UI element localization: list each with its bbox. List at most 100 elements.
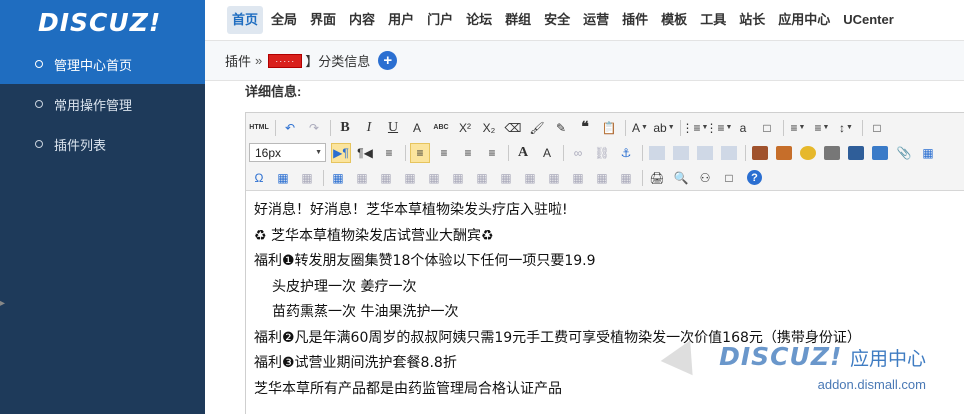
highlight-color-icon[interactable]: ab ▼ <box>653 118 674 138</box>
nav-item-interface[interactable]: 界面 <box>305 6 341 34</box>
page-break-icon[interactable]: ▦ <box>297 168 317 188</box>
font-size-select[interactable]: 16px ▼ <box>249 143 326 162</box>
align-justify-icon[interactable]: ≡ <box>482 143 502 163</box>
blockquote-icon[interactable]: ❝ <box>575 118 595 138</box>
toolbar-row-2: 16px ▼ ▶¶ ¶◀ ≡ ≡ ≡ ≡ ≡ A A ∞ ⛓ ⚓ 📎 ▦ <box>249 140 964 165</box>
link-icon[interactable]: ∞ <box>568 143 588 163</box>
bold-icon[interactable]: B <box>335 118 355 138</box>
nav-item-global[interactable]: 全局 <box>266 6 302 34</box>
font-color-icon[interactable]: A ▼ <box>630 118 650 138</box>
emoticon-icon[interactable] <box>800 145 816 160</box>
insert-column-icon[interactable]: ▦ <box>448 168 468 188</box>
font-border-icon[interactable]: A <box>407 118 427 138</box>
merge-cells-icon[interactable]: ▦ <box>496 168 516 188</box>
uppercase-icon[interactable]: A <box>513 143 533 163</box>
ordered-list-icon[interactable]: ⋮≡ ▼ <box>682 118 709 138</box>
superscript-icon[interactable]: X² <box>455 118 475 138</box>
sidebar-item-plugin-list[interactable]: 插件列表 <box>0 124 205 164</box>
rtl-direction-icon[interactable]: ¶◀ <box>355 143 375 163</box>
html-source-icon[interactable]: HTML <box>249 118 269 138</box>
help-icon[interactable]: ? <box>747 170 762 185</box>
nav-item-home[interactable]: 首页 <box>227 6 264 34</box>
italic-icon[interactable]: I <box>359 118 379 138</box>
nav-item-security[interactable]: 安全 <box>539 6 575 34</box>
delete-row-icon[interactable]: ▦ <box>424 168 444 188</box>
image-float-right-icon[interactable] <box>673 145 689 160</box>
insert-frame-icon[interactable]: ▦ <box>273 168 293 188</box>
nav-item-tools[interactable]: 工具 <box>695 6 731 34</box>
insert-row-icon[interactable]: ▦ <box>400 168 420 188</box>
sidebar-item-common-operations[interactable]: 常用操作管理 <box>0 84 205 124</box>
nav-item-templates[interactable]: 模板 <box>656 6 692 34</box>
subscript-icon[interactable]: X₂ <box>479 118 499 138</box>
delete-column-icon[interactable]: ▦ <box>472 168 492 188</box>
special-chars-icon[interactable]: Ω <box>249 168 269 188</box>
sidebar-item-admin-home[interactable]: 管理中心首页 <box>0 44 205 84</box>
insert-table-icon[interactable]: ▦ <box>328 168 348 188</box>
discuz-logo[interactable]: DISCUZ! <box>0 0 205 44</box>
nav-item-plugins[interactable]: 插件 <box>617 6 653 34</box>
merge-right-icon[interactable]: ▦ <box>520 168 540 188</box>
nav-item-app-center[interactable]: 应用中心 <box>773 6 835 34</box>
image-center-icon[interactable] <box>721 145 737 160</box>
toolbar-row-1: HTML ↶ ↷ B I U A ABC X² X₂ ⌫ 🖌 ✎ ❝ 📋 A ▼ … <box>249 115 964 140</box>
strikethrough-icon[interactable]: ABC <box>431 118 451 138</box>
breadcrumb-root-link[interactable]: 插件 <box>225 51 251 70</box>
image-float-none-icon[interactable] <box>697 145 713 160</box>
line-height-icon[interactable]: ↕ ▼ <box>836 118 856 138</box>
align-right-icon[interactable]: ≡ <box>458 143 478 163</box>
search-replace-icon[interactable]: ⚇ <box>695 168 715 188</box>
select-all-icon[interactable]: a <box>733 118 753 138</box>
auto-format-icon[interactable]: ✎ <box>551 118 571 138</box>
nav-item-ucenter[interactable]: UCenter <box>838 6 899 34</box>
unlink-icon[interactable]: ⛓ <box>592 143 612 163</box>
indent-icon[interactable]: ≡ <box>379 143 399 163</box>
nav-item-groups[interactable]: 群组 <box>500 6 536 34</box>
nav-item-users[interactable]: 用户 <box>383 6 419 34</box>
nav-item-webmaster[interactable]: 站长 <box>734 6 770 34</box>
editor-content[interactable]: 好消息！好消息！芝华本草植物染发头疗店入驻啦! ♻ 芝华本草植物染发店试营业大酬… <box>246 191 964 402</box>
attachment-icon[interactable]: 📎 <box>894 143 914 163</box>
nav-item-portal[interactable]: 门户 <box>422 6 458 34</box>
redo-icon[interactable]: ↷ <box>304 118 324 138</box>
underline-icon[interactable]: U <box>383 118 403 138</box>
merge-down-icon[interactable]: ▦ <box>544 168 564 188</box>
print-icon[interactable]: 🖨 <box>647 168 667 188</box>
content-line: 福利❷凡是年满60周岁的叔叔阿姨只需19元手工费可享受植物染发一次价值168元（… <box>254 329 861 346</box>
drafts-icon[interactable]: □ <box>719 168 739 188</box>
lowercase-icon[interactable]: A <box>537 143 557 163</box>
nav-item-operations[interactable]: 运营 <box>578 6 614 34</box>
paragraph-spacing-top-icon[interactable]: ≡ ▼ <box>788 118 808 138</box>
multi-image-icon[interactable] <box>776 145 792 160</box>
align-center-icon[interactable]: ≡ <box>434 143 454 163</box>
add-button[interactable]: + <box>378 51 398 70</box>
ltr-direction-icon[interactable]: ▶¶ <box>331 142 351 163</box>
nav-item-forum[interactable]: 论坛 <box>461 6 497 34</box>
split-columns-icon[interactable]: ▦ <box>616 168 636 188</box>
map-icon[interactable]: ▦ <box>918 143 938 163</box>
eraser-icon[interactable]: ⌫ <box>503 118 523 138</box>
undo-icon[interactable]: ↶ <box>280 118 300 138</box>
spacing-bottom-glyph: ≡ <box>814 120 822 135</box>
delete-table-icon[interactable]: ▦ <box>352 168 372 188</box>
content-line: 芝华本草所有产品都是由药监管理局合格认证产品 <box>254 380 562 397</box>
format-brush-icon[interactable]: 🖌 <box>527 118 547 138</box>
music-icon[interactable] <box>872 145 888 160</box>
paragraph-spacing-bottom-icon[interactable]: ≡ ▼ <box>812 118 832 138</box>
image-float-left-icon[interactable] <box>649 145 665 160</box>
insert-paragraph-before-table-icon[interactable]: ▦ <box>376 168 396 188</box>
collapse-arrow-icon[interactable]: ▸ <box>0 298 5 309</box>
split-cells-icon[interactable]: ▦ <box>568 168 588 188</box>
clear-doc-icon[interactable]: □ <box>757 118 777 138</box>
custom-title-icon[interactable]: □ <box>867 118 887 138</box>
anchor-icon[interactable]: ⚓ <box>616 143 636 163</box>
preview-icon[interactable]: 🔍 <box>671 168 691 188</box>
nav-item-content[interactable]: 内容 <box>344 6 380 34</box>
align-left-icon[interactable]: ≡ <box>410 142 430 163</box>
paste-plain-icon[interactable]: 📋 <box>599 118 619 138</box>
simple-upload-icon[interactable] <box>752 145 768 160</box>
video-icon[interactable] <box>848 145 864 160</box>
unordered-list-icon[interactable]: ⋮≡ ▼ <box>706 118 733 138</box>
scrawl-icon[interactable] <box>824 145 840 160</box>
split-rows-icon[interactable]: ▦ <box>592 168 612 188</box>
